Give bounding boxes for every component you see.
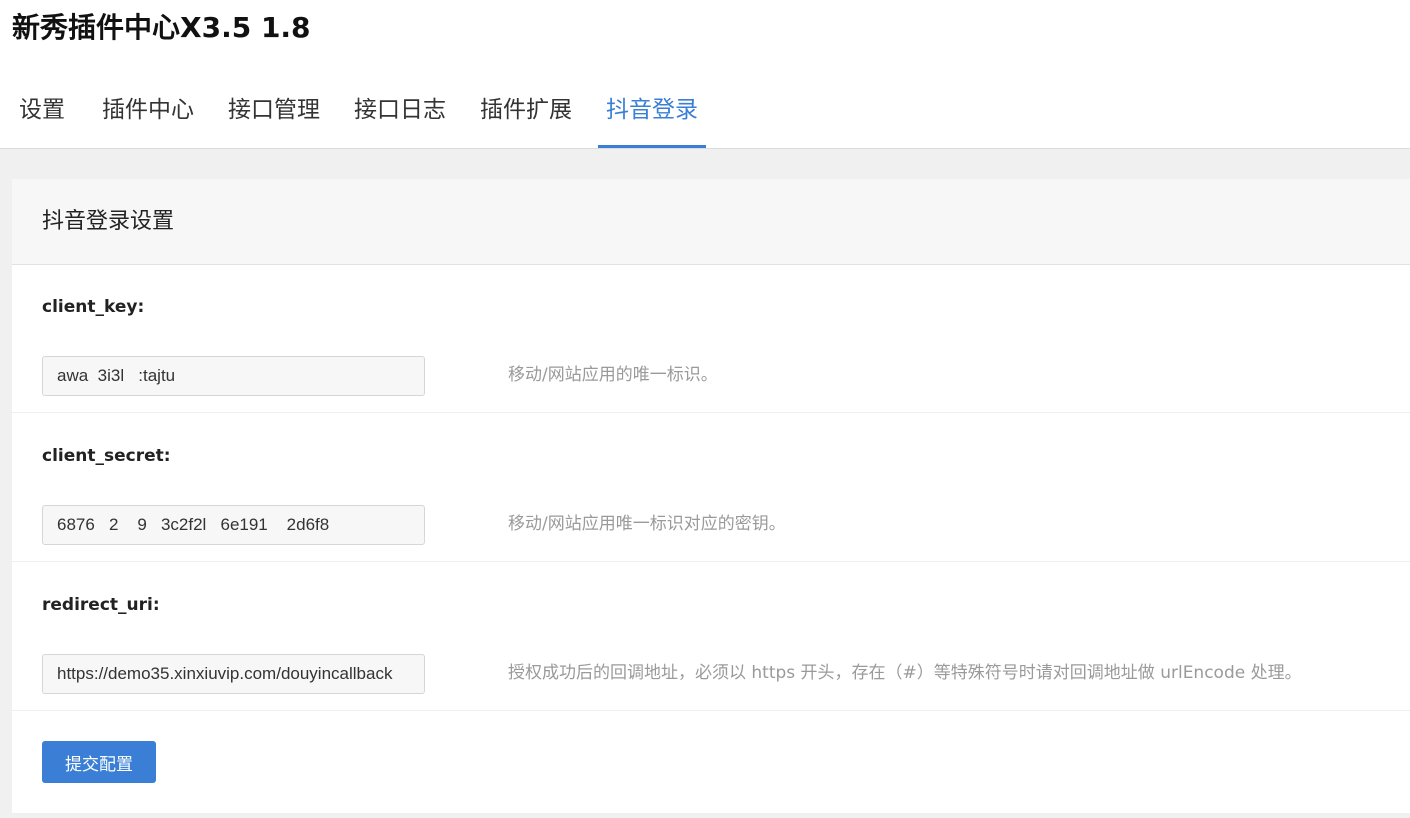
client-secret-label: client_secret: bbox=[42, 446, 171, 466]
client-key-label: client_key: bbox=[42, 297, 145, 317]
app-title: 新秀插件中心X3.5 1.8 bbox=[12, 11, 311, 44]
client-key-help: 移动/网站应用的唯一标识。 bbox=[508, 365, 718, 385]
tab-api-management[interactable]: 接口管理 bbox=[220, 80, 328, 148]
tab-bar: 设置 插件中心 接口管理 接口日志 插件扩展 抖音登录 bbox=[0, 80, 724, 148]
tab-douyin-login[interactable]: 抖音登录 bbox=[598, 80, 706, 148]
redirect-uri-input[interactable] bbox=[42, 654, 425, 694]
panel-title: 抖音登录设置 bbox=[42, 209, 175, 234]
client-key-input[interactable] bbox=[42, 356, 425, 396]
settings-panel: 抖音登录设置 client_key: 移动/网站应用的唯一标识。 client_… bbox=[12, 179, 1410, 813]
tab-plugin-center[interactable]: 插件中心 bbox=[94, 80, 202, 148]
client-secret-input[interactable] bbox=[42, 505, 425, 545]
client-secret-row: client_secret: 移动/网站应用唯一标识对应的密钥。 bbox=[12, 414, 1410, 562]
redirect-uri-help: 授权成功后的回调地址，必须以 https 开头，存在（#）等特殊符号时请对回调地… bbox=[508, 663, 1302, 683]
redirect-uri-label: redirect_uri: bbox=[42, 595, 160, 615]
submit-config-button[interactable]: 提交配置 bbox=[42, 741, 156, 783]
tab-plugin-extensions[interactable]: 插件扩展 bbox=[472, 80, 580, 148]
workspace: 抖音登录设置 client_key: 移动/网站应用的唯一标识。 client_… bbox=[0, 149, 1410, 818]
tab-api-log[interactable]: 接口日志 bbox=[346, 80, 454, 148]
redirect-uri-row: redirect_uri: 授权成功后的回调地址，必须以 https 开头，存在… bbox=[12, 563, 1410, 711]
client-key-row: client_key: 移动/网站应用的唯一标识。 bbox=[12, 265, 1410, 413]
client-secret-help: 移动/网站应用唯一标识对应的密钥。 bbox=[508, 514, 786, 534]
page-header: 新秀插件中心X3.5 1.8 设置 插件中心 接口管理 接口日志 插件扩展 抖音… bbox=[0, 0, 1410, 149]
tab-settings[interactable]: 设置 bbox=[0, 80, 73, 148]
panel-header: 抖音登录设置 bbox=[12, 179, 1410, 265]
